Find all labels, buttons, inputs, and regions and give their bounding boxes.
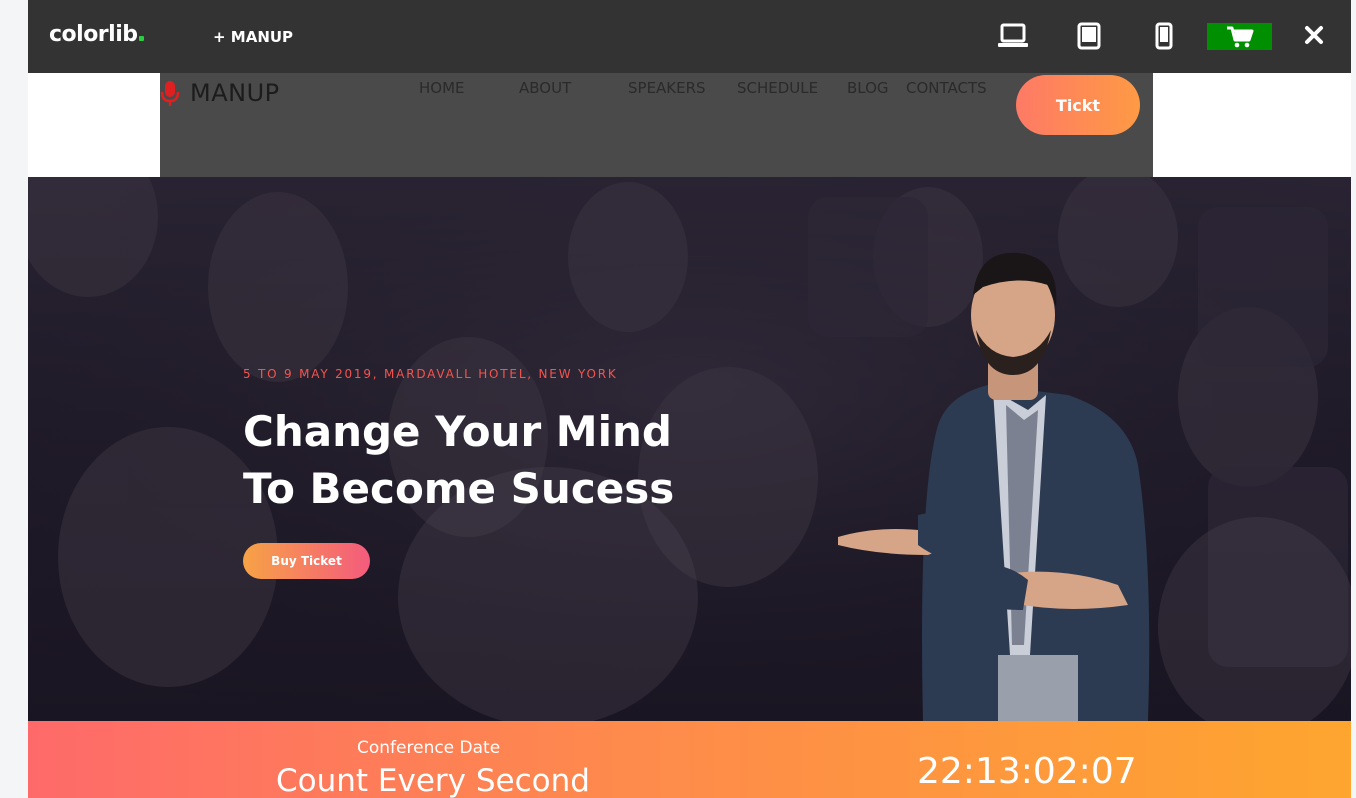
- site-logo-text: MANUP: [190, 79, 280, 107]
- preview-viewport: colorlib + MANUP MANUP HOME ABOUT SPEAKE…: [28, 0, 1351, 798]
- mobile-view-button[interactable]: [1146, 18, 1182, 54]
- close-preview-button[interactable]: [1299, 20, 1329, 50]
- hero-title: Change Your Mind To Become Sucess: [243, 403, 763, 517]
- site-logo[interactable]: MANUP: [160, 79, 280, 107]
- buy-theme-button[interactable]: [1207, 23, 1272, 50]
- nav-home[interactable]: HOME: [419, 79, 465, 97]
- countdown-timer: 22:13:02:07: [917, 751, 1137, 792]
- cart-icon: [1226, 26, 1253, 47]
- event-date: 5 TO 9 MAY 2019, MARDAVALL HOTEL, NEW YO…: [243, 367, 618, 381]
- hero-section: 5 TO 9 MAY 2019, MARDAVALL HOTEL, NEW YO…: [28, 177, 1351, 721]
- nav-blog[interactable]: BLOG: [847, 79, 889, 97]
- microphone-icon: [160, 81, 180, 106]
- laptop-icon: [998, 23, 1028, 47]
- countdown-title: Count Every Second: [276, 763, 590, 798]
- desktop-view-button[interactable]: [995, 18, 1031, 54]
- countdown-label: Conference Date: [357, 738, 501, 758]
- logo-dot: [138, 36, 144, 41]
- hero-title-line-1: Change Your Mind: [243, 407, 672, 456]
- buy-ticket-button[interactable]: Buy Ticket: [243, 543, 370, 579]
- phone-icon: [1155, 22, 1173, 50]
- site-header: MANUP HOME ABOUT SPEAKERS SCHEDULE BLOG …: [160, 73, 1153, 177]
- close-icon: [1305, 26, 1323, 44]
- ticket-button[interactable]: Tickt: [1016, 75, 1140, 135]
- tablet-view-button[interactable]: [1071, 18, 1107, 54]
- countdown-section: Conference Date Count Every Second 22:13…: [28, 721, 1351, 798]
- colorlib-logo[interactable]: colorlib: [49, 22, 144, 47]
- tablet-icon: [1077, 22, 1101, 50]
- nav-about[interactable]: ABOUT: [519, 79, 571, 97]
- nav-speakers[interactable]: SPEAKERS: [628, 79, 706, 97]
- preview-toolbar: colorlib + MANUP: [28, 0, 1351, 73]
- nav-contacts[interactable]: CONTACTS: [906, 79, 987, 97]
- hero-title-line-2: To Become Sucess: [243, 464, 675, 513]
- speaker-image: [838, 252, 1150, 721]
- theme-name-link[interactable]: + MANUP: [213, 28, 293, 46]
- nav-schedule[interactable]: SCHEDULE: [737, 79, 818, 97]
